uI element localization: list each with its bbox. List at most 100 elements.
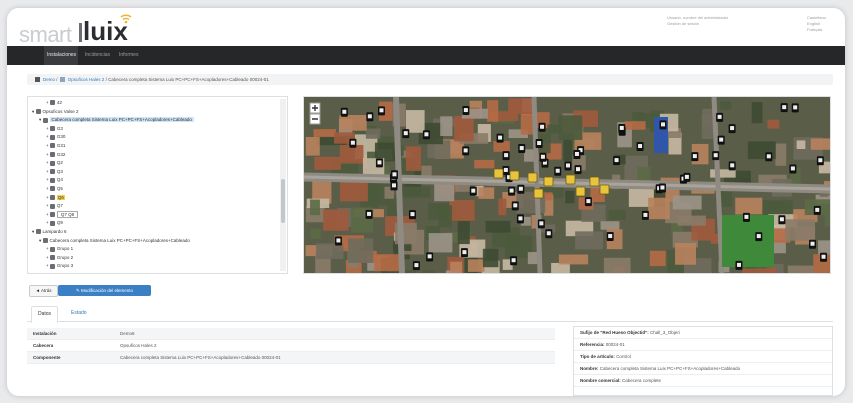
map-building [785, 219, 816, 241]
language-option[interactable]: Français [807, 27, 837, 33]
tree-item[interactable]: + G31 [46, 142, 65, 150]
tree-item[interactable]: ▾ Opsuficos Valse 2 [32, 108, 78, 116]
marker-icon [533, 188, 544, 199]
tree-item[interactable]: + Grupo 1 [46, 245, 73, 253]
session-link[interactable]: Gestión de sesión [667, 21, 757, 27]
map-building [478, 187, 495, 199]
nav-item-reports[interactable]: Informes [119, 52, 138, 58]
property-row: Nombre: Cabecera completa Sistema Luix P… [574, 363, 832, 375]
tree-item-label: Q7 Q8 [56, 210, 79, 218]
tree-item[interactable]: ▾ Cabecera completa Sistema Luix PC+PC+F… [39, 116, 194, 124]
map-building [558, 254, 589, 265]
marker-glyph [576, 167, 581, 172]
breadcrumb-level2[interactable]: Opsuficos Hales 2 [68, 77, 105, 82]
map-building [751, 102, 763, 124]
map-building [348, 238, 374, 263]
marker-glyph [661, 122, 666, 127]
marker-glyph [766, 154, 771, 159]
property-value: Cabecera completa Sistema Luix PC+PC+FS+… [599, 366, 741, 371]
expand-toggle-icon[interactable]: ▾ [39, 238, 43, 243]
user-info[interactable]: Usuario, nombre del administrador Gestió… [667, 15, 757, 27]
tree-item[interactable]: + G30 [46, 133, 65, 141]
node-icon [42, 237, 48, 243]
tree-item-label: Opsuficos Valse 2 [42, 108, 79, 114]
details-table: Instalación Demo6 Cabecera Opsuficos Hal… [27, 328, 555, 364]
marker-glyph [730, 163, 735, 168]
marker-icon [527, 172, 538, 183]
tab-status[interactable]: Estado [65, 306, 93, 321]
tree-item[interactable]: + G32 [46, 151, 65, 159]
back-button[interactable]: ◄ Atrás [29, 285, 58, 297]
tree-scrollbar[interactable] [280, 99, 286, 271]
installation-tree[interactable]: + 42 ▾ Opsuficos Valse 2 ▾ Cabecera comple… [27, 96, 288, 274]
details-value: Demo6 [120, 331, 135, 336]
marker-glyph [793, 105, 798, 110]
tree-item[interactable]: + Q4 [46, 176, 63, 184]
property-value: 00024-01 [605, 342, 625, 347]
tree-item[interactable]: + Q6 [46, 194, 65, 202]
tree-item[interactable]: + Q9 [46, 219, 63, 227]
tab-data[interactable]: Datos [31, 306, 59, 323]
tree-item-label: Q4 [56, 177, 63, 183]
node-icon [49, 186, 55, 192]
tree-item[interactable]: + Q2 [46, 159, 63, 167]
map-building [575, 231, 603, 250]
marker-glyph [539, 221, 544, 226]
map-building [405, 146, 421, 171]
tree-item[interactable]: + G3 [46, 125, 63, 133]
nav-item-installations[interactable]: Instalaciones [47, 52, 76, 58]
tree-item[interactable]: + Q7 [46, 202, 63, 210]
tree-item-label: Lampardo 6 [42, 229, 67, 234]
marker-glyph [619, 125, 624, 130]
marker-glyph [424, 132, 429, 137]
map-building [600, 221, 620, 230]
tree-item[interactable]: + Grupo 2 [46, 254, 73, 262]
marker-glyph [730, 126, 735, 131]
property-row: Sufijo de "Red Hueso Objectid": Chall_3_… [574, 327, 832, 339]
tree-item-label: 42 [56, 100, 62, 105]
expand-toggle-icon[interactable]: ▾ [39, 117, 43, 122]
map-building [305, 137, 320, 156]
details-value: Opsuficos Hales 2 [120, 343, 157, 348]
map-building [310, 228, 321, 239]
tree-item[interactable]: + Q7 Q8 [46, 210, 79, 219]
marker-glyph [498, 135, 503, 140]
details-row: Cabecera Opsuficos Hales 2 [27, 340, 555, 352]
tree-item-label: Q5 [56, 186, 63, 191]
map-building [787, 265, 814, 273]
language-list: Castellano English Français [807, 15, 837, 33]
satellite-map[interactable] [304, 97, 830, 273]
tree-item-label: G32 [56, 151, 66, 157]
tree-item[interactable]: + 42 [46, 99, 62, 107]
marker-glyph [810, 241, 815, 246]
tree-item-label: Q2 [56, 160, 63, 166]
map-building [485, 220, 511, 233]
tree-item[interactable]: + Q5 [46, 185, 63, 193]
properties-panel: Sufijo de "Red Hueso Objectid": Chall_3_… [573, 326, 833, 396]
nav-item-incidents[interactable]: Incidencias [85, 52, 110, 58]
breadcrumb-root[interactable]: Demo [43, 77, 55, 82]
marker-glyph [427, 254, 432, 259]
marker-glyph [342, 109, 347, 114]
marker-glyph [519, 146, 524, 151]
expand-toggle-icon[interactable]: ▾ [32, 229, 36, 234]
property-row: Referencia: 00024-01 [574, 339, 832, 351]
node-icon [49, 194, 55, 200]
modify-element-button[interactable]: ✎ Modificación del elemento [58, 285, 151, 296]
node-icon [49, 212, 55, 218]
tree-item[interactable]: + Grupo 3 [46, 262, 73, 270]
node-icon [49, 255, 55, 261]
node-icon [49, 160, 55, 166]
wifi-icon [120, 14, 132, 24]
tree-scroll-thumb[interactable] [281, 179, 285, 223]
expand-toggle-icon[interactable]: ▾ [32, 109, 36, 114]
tree-item[interactable]: ▾ Lampardo 6 [32, 228, 67, 236]
marker-glyph [410, 212, 415, 217]
tree-item[interactable]: + Q3 [46, 168, 63, 176]
map-building [482, 248, 499, 268]
marker-icon [565, 174, 576, 185]
marker-glyph [503, 167, 508, 172]
map-view[interactable] [303, 96, 831, 274]
tree-item[interactable]: ▾ Cabecera completa Sistema Luix PC+PC+F… [39, 237, 190, 245]
map-building [675, 242, 696, 265]
